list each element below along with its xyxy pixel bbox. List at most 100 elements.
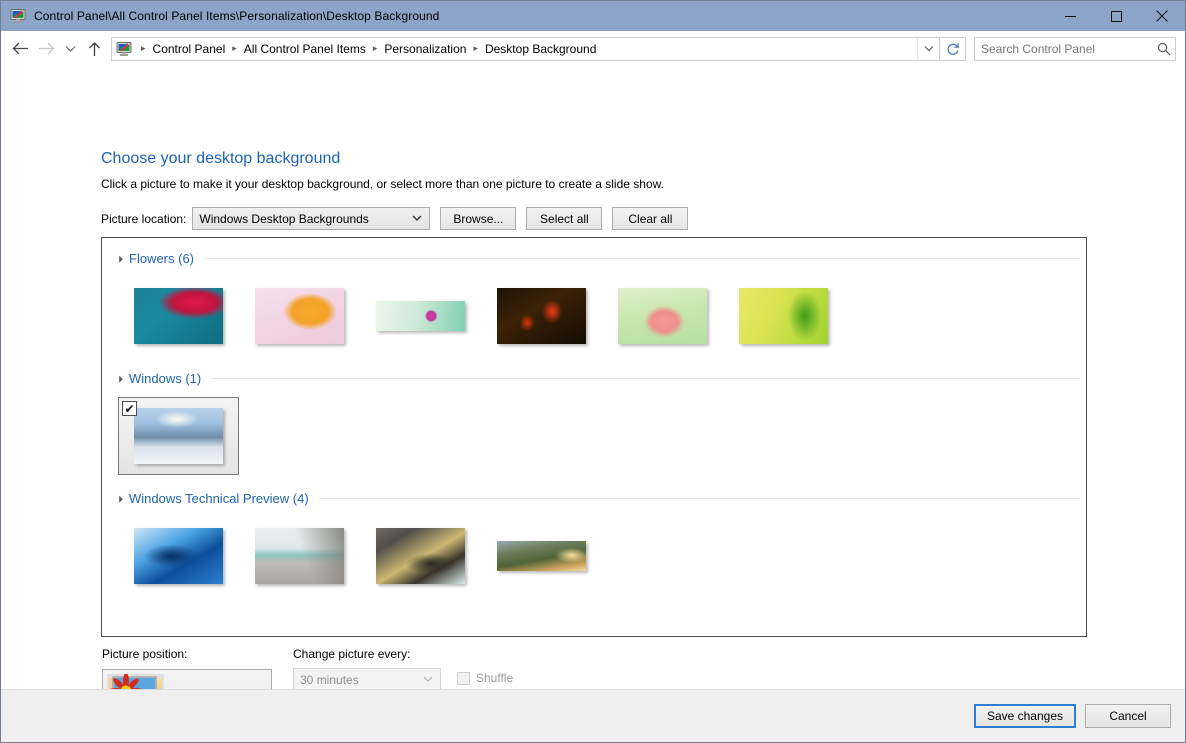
group-wtp-thumbnails bbox=[102, 509, 1086, 595]
picture-location-row: Picture location: Windows Desktop Backgr… bbox=[101, 207, 689, 230]
group-flowers-label: Flowers (6) bbox=[129, 250, 195, 266]
group-wtp-header[interactable]: Windows Technical Preview (4) bbox=[115, 487, 1080, 509]
browse-button[interactable]: Browse... bbox=[440, 207, 517, 230]
group-flowers-header[interactable]: Flowers (6) bbox=[115, 247, 1080, 269]
thumb-flowers-5-image bbox=[618, 288, 707, 344]
thumb-flowers-1[interactable] bbox=[118, 277, 239, 355]
picture-location-value: Windows Desktop Backgrounds bbox=[199, 211, 369, 226]
thumb-flowers-2-overlay bbox=[255, 288, 344, 344]
thumb-wtp-2-overlay bbox=[255, 528, 344, 584]
search-box[interactable] bbox=[974, 36, 1176, 61]
thumb-flowers-3[interactable] bbox=[360, 277, 481, 355]
breadcrumb-separator[interactable]: ▸ bbox=[367, 44, 384, 53]
collapse-triangle-icon[interactable] bbox=[115, 495, 123, 503]
forward-button bbox=[33, 36, 59, 62]
breadcrumb-item-all-control-panel-items[interactable]: All Control Panel Items bbox=[243, 40, 367, 58]
change-picture-every-select: 30 minutes bbox=[293, 668, 441, 689]
group-divider bbox=[211, 377, 1080, 379]
thumb-flowers-6[interactable] bbox=[723, 277, 844, 355]
thumb-flowers-5-overlay bbox=[618, 288, 707, 344]
thumb-flowers-3-image bbox=[376, 301, 465, 331]
thumb-wtp-3[interactable] bbox=[360, 517, 481, 595]
thumb-flowers-6-overlay bbox=[739, 288, 828, 344]
thumb-wtp-1-overlay bbox=[134, 528, 223, 584]
shuffle-label: Shuffle bbox=[476, 671, 514, 685]
address-bar: ▸ Control Panel ▸ All Control Panel Item… bbox=[1, 31, 1185, 67]
group-windows-label: Windows (1) bbox=[129, 370, 202, 386]
breadcrumb[interactable]: ▸ Control Panel ▸ All Control Panel Item… bbox=[111, 36, 940, 61]
control-panel-window: Control Panel\All Control Panel Items\Pe… bbox=[0, 0, 1186, 743]
clear-all-button[interactable]: Clear all bbox=[612, 207, 689, 230]
breadcrumb-item-desktop-background[interactable]: Desktop Background bbox=[484, 40, 597, 58]
thumb-wtp-3-image bbox=[376, 528, 465, 584]
thumb-flowers-3-overlay bbox=[376, 301, 465, 331]
thumb-flowers-4-image bbox=[497, 288, 586, 344]
shuffle-checkbox-row: Shuffle bbox=[457, 671, 513, 685]
breadcrumb-chevron-down-icon[interactable] bbox=[917, 37, 939, 60]
thumb-wtp-2-image bbox=[255, 528, 344, 584]
group-flowers-thumbnails bbox=[102, 269, 1086, 355]
page-subtitle: Click a picture to make it your desktop … bbox=[101, 177, 664, 191]
picture-position-select[interactable]: Fill bbox=[102, 669, 272, 689]
picture-location-label: Picture location: bbox=[101, 211, 187, 226]
collapse-triangle-icon[interactable] bbox=[115, 255, 123, 263]
change-picture-every-value: 30 minutes bbox=[300, 672, 359, 687]
title-bar: Control Panel\All Control Panel Items\Pe… bbox=[1, 1, 1185, 31]
thumb-wtp-4-overlay bbox=[497, 541, 586, 571]
minimize-button[interactable] bbox=[1047, 1, 1093, 31]
thumb-windows-1[interactable]: ✔ bbox=[118, 397, 239, 475]
picture-gallery: Flowers (6) Windows (1) ✔ Windows Technical… bbox=[101, 237, 1087, 637]
collapse-triangle-icon[interactable] bbox=[115, 375, 123, 383]
picture-position-preview bbox=[107, 673, 164, 689]
thumb-flowers-6-image bbox=[739, 288, 828, 344]
breadcrumb-item-personalization[interactable]: Personalization bbox=[383, 40, 467, 58]
cancel-button[interactable]: Cancel bbox=[1085, 704, 1171, 728]
chevron-down-icon bbox=[423, 674, 433, 685]
breadcrumb-separator[interactable]: ▸ bbox=[226, 44, 243, 53]
search-icon[interactable] bbox=[1153, 42, 1175, 56]
picture-location-select[interactable]: Windows Desktop Backgrounds bbox=[192, 207, 431, 230]
select-all-button[interactable]: Select all bbox=[526, 207, 603, 230]
thumb-flowers-4[interactable] bbox=[481, 277, 602, 355]
picture-position-value: Fill bbox=[178, 687, 193, 689]
up-button[interactable] bbox=[81, 36, 107, 62]
thumb-flowers-2[interactable] bbox=[239, 277, 360, 355]
breadcrumb-separator[interactable]: ▸ bbox=[135, 44, 152, 53]
save-changes-button[interactable]: Save changes bbox=[973, 704, 1076, 728]
group-windows-header[interactable]: Windows (1) bbox=[115, 367, 1080, 389]
thumb-flowers-1-overlay bbox=[134, 288, 223, 344]
shuffle-checkbox bbox=[457, 671, 470, 685]
thumb-windows-1-overlay bbox=[134, 408, 223, 464]
thumb-wtp-1[interactable] bbox=[118, 517, 239, 595]
thumb-flowers-5[interactable] bbox=[602, 277, 723, 355]
thumb-wtp-3-overlay bbox=[376, 528, 465, 584]
change-picture-every-label: Change picture every: bbox=[293, 647, 411, 661]
group-divider bbox=[318, 497, 1080, 499]
dialog-footer: Save changes Cancel bbox=[1, 689, 1185, 742]
maximize-button[interactable] bbox=[1093, 1, 1139, 31]
refresh-button[interactable] bbox=[940, 36, 966, 61]
thumb-flowers-1-image bbox=[134, 288, 223, 344]
close-button[interactable] bbox=[1139, 1, 1185, 31]
window-controls bbox=[1047, 1, 1185, 31]
group-windows-thumbnails: ✔ bbox=[102, 389, 1086, 475]
thumb-flowers-4-overlay bbox=[497, 288, 586, 344]
thumb-wtp-2[interactable] bbox=[239, 517, 360, 595]
thumbnail-checkbox[interactable]: ✔ bbox=[122, 401, 137, 416]
chevron-down-icon[interactable] bbox=[412, 213, 422, 224]
page-title: Choose your desktop background bbox=[101, 150, 341, 167]
main-content: Choose your desktop background Click a p… bbox=[1, 67, 1185, 689]
recent-locations-button[interactable] bbox=[59, 36, 81, 62]
thumb-wtp-4[interactable] bbox=[481, 517, 602, 595]
thumb-wtp-4-image bbox=[497, 541, 586, 571]
breadcrumb-item-control-panel[interactable]: Control Panel bbox=[152, 40, 227, 58]
thumb-windows-1-image bbox=[134, 408, 223, 464]
breadcrumb-separator[interactable]: ▸ bbox=[467, 44, 484, 53]
search-input[interactable] bbox=[975, 41, 1153, 56]
group-wtp-label: Windows Technical Preview (4) bbox=[129, 490, 309, 506]
picture-position-label: Picture position: bbox=[102, 647, 188, 661]
chevron-down-icon[interactable] bbox=[250, 688, 261, 689]
thumb-wtp-1-image bbox=[134, 528, 223, 584]
back-button[interactable] bbox=[7, 36, 33, 62]
window-title: Control Panel\All Control Panel Items\Pe… bbox=[34, 9, 440, 23]
